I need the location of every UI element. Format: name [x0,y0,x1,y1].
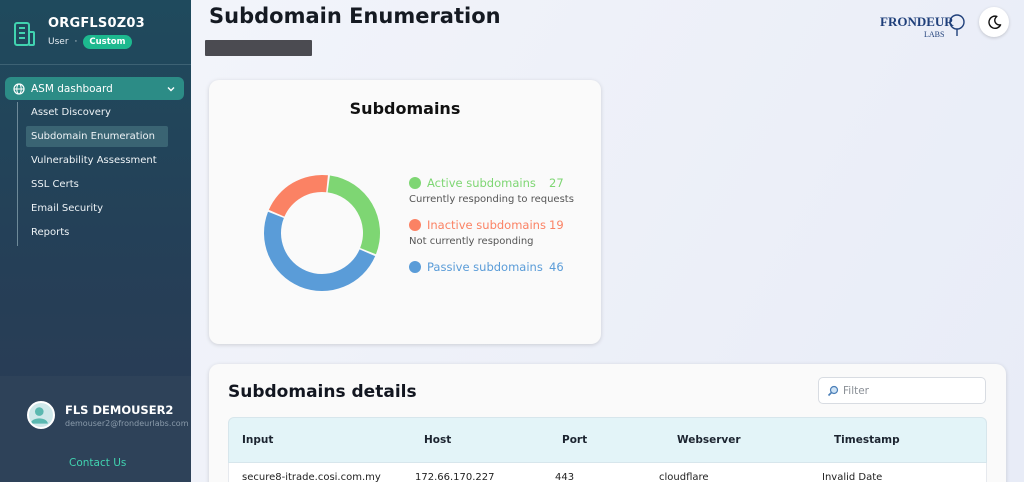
building-icon [14,22,35,46]
cell-host: 172.66.170.227 [415,472,495,482]
page-title: Subdomain Enumeration [209,4,501,28]
legend-inactive[interactable]: Inactive subdomains 19 [409,218,574,232]
column-port[interactable]: Port [542,434,659,446]
table-header: Input Host Port Webserver Timestamp [228,417,987,463]
org-name: ORGFLS0Z03 [48,16,145,31]
sidebar-item-ssl-certs[interactable]: SSL Certs [18,174,177,195]
subdomains-details-card: Subdomains details Filter Input Host Por… [209,364,1006,482]
column-input[interactable]: Input [229,434,402,446]
cell-input: secure8-itrade.cosi.com.my [242,472,381,482]
subdomains-donut-chart [263,175,380,292]
cell-timestamp: Invalid Date [822,472,883,482]
legend-inactive-label: Inactive subdomains [427,218,546,232]
subdomains-summary-card: Subdomains Active subdomains 27 Currentl… [209,80,601,344]
legend-passive-value: 46 [549,260,564,274]
sidebar-item-asset-discovery[interactable]: Asset Discovery [18,102,177,123]
cell-webserver: cloudflare [659,472,709,482]
sidebar-item-email-security[interactable]: Email Security [18,198,177,219]
org-header: ORGFLS0Z03 User · Custom [12,16,145,49]
redacted-block [205,40,312,56]
sidebar-item-reports[interactable]: Reports [18,222,177,243]
moon-icon [987,14,1001,29]
legend-active-value: 27 [549,176,564,190]
legend-passive[interactable]: Passive subdomains 46 [409,260,574,274]
main-content: Subdomain Enumeration FRONDEUR LABS Subd… [191,0,1024,482]
chevron-down-icon [167,86,175,91]
nav-list: Asset Discovery Subdomain Enumeration Vu… [17,102,177,246]
filter-input[interactable]: Filter [818,377,986,404]
sidebar-item-vulnerability-assessment[interactable]: Vulnerability Assessment [18,150,177,171]
column-host[interactable]: Host [402,434,542,446]
legend-inactive-value: 19 [549,218,564,232]
donut-slice-inactive[interactable] [268,175,328,217]
legend-active[interactable]: Active subdomains 27 [409,176,574,190]
details-title: Subdomains details [228,382,417,402]
contact-us-link[interactable]: Contact Us [69,457,126,469]
avatar[interactable] [27,401,55,429]
user-email: demouser2@frondeurlabs.com [65,419,189,428]
column-webserver[interactable]: Webserver [659,434,822,446]
globe-icon [13,82,25,95]
sidebar-item-subdomain-enumeration[interactable]: Subdomain Enumeration [26,126,168,147]
search-icon [827,385,839,396]
sidebar-divider [0,64,191,65]
donut-slice-active[interactable] [327,175,380,255]
user-icon [30,407,48,424]
user-panel: FLS DEMOUSER2 demouser2@frondeurlabs.com… [0,376,191,482]
role-separator: · [74,37,78,47]
logo-sub: LABS [924,30,944,39]
frondeur-labs-logo: FRONDEUR LABS [880,14,965,39]
legend-active-desc: Currently responding to requests [409,194,574,205]
donut-slice-passive[interactable] [263,211,376,292]
legend-inactive-dot [409,219,421,231]
logo-text: FRONDEUR [880,14,954,29]
plan-badge: Custom [83,35,132,49]
legend-passive-label: Passive subdomains [427,260,543,274]
table-row[interactable]: secure8-itrade.cosi.com.my 172.66.170.22… [228,463,987,482]
legend-active-dot [409,177,421,189]
subdomains-table: Input Host Port Webserver Timestamp secu… [228,417,987,482]
nav-section-label: ASM dashboard [31,82,113,95]
chart-legend: Active subdomains 27 Currently respondin… [409,176,574,274]
nav-section-asm-dashboard[interactable]: ASM dashboard [5,77,184,100]
legend-inactive-desc: Not currently responding [409,236,534,247]
sidebar: ORGFLS0Z03 User · Custom ASM dashboard A… [0,0,191,482]
column-timestamp[interactable]: Timestamp [822,434,982,446]
summary-title: Subdomains [349,99,461,118]
legend-passive-dot [409,261,421,273]
theme-toggle-button[interactable] [979,7,1009,37]
legend-active-label: Active subdomains [427,176,536,190]
user-name: FLS DEMOUSER2 [65,403,174,417]
cell-port: 443 [555,472,575,482]
user-role: User [48,37,69,47]
filter-placeholder: Filter [843,384,870,397]
